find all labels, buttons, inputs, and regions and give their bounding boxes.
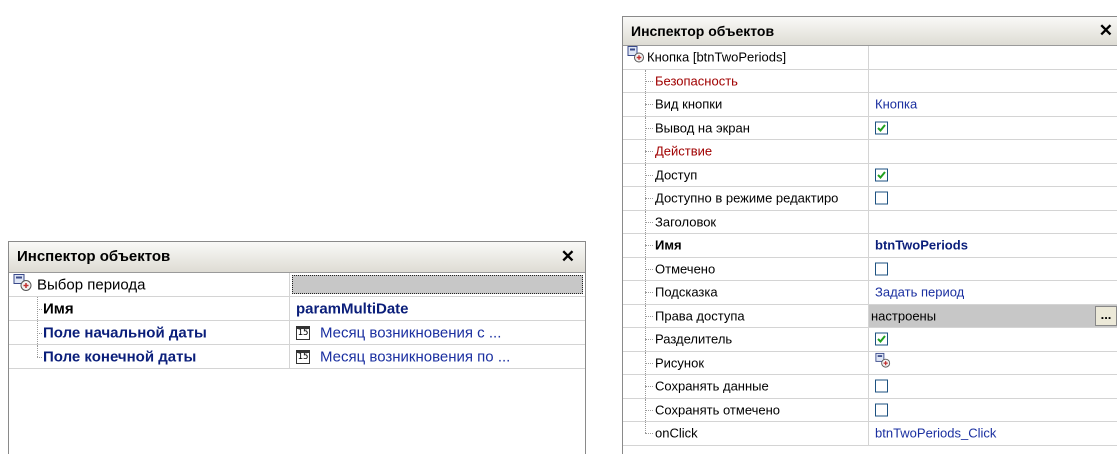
property-label: Подсказка [655, 284, 718, 300]
component-icon [627, 46, 645, 69]
property-value[interactable]: Задать период [875, 285, 964, 300]
property-row-separator[interactable]: Разделитель [623, 328, 1117, 352]
property-label: Доступ [655, 167, 698, 183]
property-row-access[interactable]: Доступ [623, 163, 1117, 187]
property-label: Отмечено [655, 261, 716, 277]
right-root-label: Кнопка [btnTwoPeriods] [647, 49, 787, 65]
edit-mode-checkbox[interactable] [875, 191, 888, 205]
left-object-inspector: Инспектор объектов ✕ Выбор периода Имя p… [8, 241, 586, 454]
property-value[interactable]: btnTwoPeriods_Click [875, 426, 996, 441]
property-row-name[interactable]: Имя paramMultiDate [9, 297, 585, 321]
category-label: Безопасность [655, 73, 738, 89]
left-root-label: Выбор периода [37, 276, 146, 293]
property-row-button-type[interactable]: Вид кнопки Кнопка [623, 93, 1117, 117]
right-object-inspector: Инспектор объектов ✕ Кнопка [btnTwoPerio… [622, 16, 1117, 454]
component-icon[interactable] [875, 352, 891, 373]
checked-checkbox[interactable] [875, 262, 888, 276]
property-row-picture[interactable]: Рисунок [623, 351, 1117, 375]
ellipsis-button[interactable]: ... [1095, 305, 1117, 326]
property-value[interactable]: Кнопка [875, 97, 917, 112]
separator-checkbox[interactable] [875, 332, 888, 346]
calendar-icon: 15 [296, 349, 310, 364]
property-row-action[interactable]: Действие [623, 140, 1117, 164]
property-row-checked[interactable]: Отмечено [623, 257, 1117, 281]
property-value[interactable]: Месяц возникновения с ... [320, 324, 501, 341]
left-inspector-titlebar: Инспектор объектов ✕ [9, 242, 585, 273]
property-row-start-date-field[interactable]: Поле начальной даты 15 Месяц возникновен… [9, 321, 585, 345]
property-label: Вид кнопки [655, 96, 723, 112]
property-row-save-data[interactable]: Сохранять данные [623, 375, 1117, 399]
property-label: Сохранять данные [655, 378, 769, 394]
property-label: Разделитель [655, 331, 733, 347]
close-icon[interactable]: ✕ [561, 242, 575, 272]
property-row-visible[interactable]: Вывод на экран [623, 116, 1117, 140]
property-label: Поле конечной даты [43, 348, 197, 365]
property-label: Имя [43, 300, 74, 317]
left-root-row[interactable]: Выбор периода [9, 273, 585, 297]
property-label: Права доступа [655, 308, 745, 324]
checkmark-icon [877, 124, 886, 132]
property-label: Заголовок [655, 214, 717, 230]
access-checkbox[interactable] [875, 168, 888, 182]
property-row-security[interactable]: Безопасность [623, 69, 1117, 93]
right-property-grid: Кнопка [btnTwoPeriods] Безопасность Вид … [623, 46, 1117, 446]
property-label: Поле начальной даты [43, 324, 207, 341]
property-row-onclick[interactable]: onClick btnTwoPeriods_Click [623, 422, 1117, 446]
left-root-value-selected[interactable] [292, 275, 583, 294]
property-value[interactable]: настроены [871, 308, 936, 323]
property-row-end-date-field[interactable]: Поле конечной даты 15 Месяц возникновени… [9, 345, 585, 369]
property-value[interactable]: Месяц возникновения по ... [320, 348, 510, 365]
calendar-icon: 15 [296, 325, 310, 340]
property-row-hint[interactable]: Подсказка Задать период [623, 281, 1117, 305]
property-row-access-rights[interactable]: Права доступа настроены ... [623, 304, 1117, 328]
property-row-save-checked[interactable]: Сохранять отмечено [623, 398, 1117, 422]
property-label: Рисунок [655, 355, 705, 371]
left-property-grid: Выбор периода Имя paramMultiDate Поле на… [9, 273, 585, 369]
property-row-edit-mode[interactable]: Доступно в режиме редактиро [623, 187, 1117, 211]
left-inspector-title: Инспектор объектов [17, 248, 171, 265]
category-label: Действие [655, 143, 713, 159]
property-label: Сохранять отмечено [655, 402, 781, 418]
save-checked-checkbox[interactable] [875, 403, 888, 417]
checkmark-icon [877, 171, 886, 179]
property-row-caption[interactable]: Заголовок [623, 210, 1117, 234]
property-label: Вывод на экран [655, 120, 750, 136]
property-value[interactable]: btnTwoPeriods [875, 238, 968, 253]
save-data-checkbox[interactable] [875, 379, 888, 393]
property-label: Имя [655, 237, 682, 253]
property-label: Доступно в режиме редактиро [655, 190, 839, 206]
checkmark-icon [877, 335, 886, 344]
right-inspector-title: Инспектор объектов [631, 23, 775, 39]
property-row-name[interactable]: Имя btnTwoPeriods [623, 234, 1117, 258]
right-inspector-titlebar: Инспектор объектов ✕ [623, 17, 1117, 46]
right-root-row[interactable]: Кнопка [btnTwoPeriods] [623, 46, 1117, 70]
visible-checkbox[interactable] [875, 121, 888, 135]
property-value[interactable]: paramMultiDate [296, 300, 409, 317]
property-label: onClick [655, 425, 698, 441]
close-icon[interactable]: ✕ [1099, 17, 1113, 45]
component-icon [13, 273, 33, 296]
